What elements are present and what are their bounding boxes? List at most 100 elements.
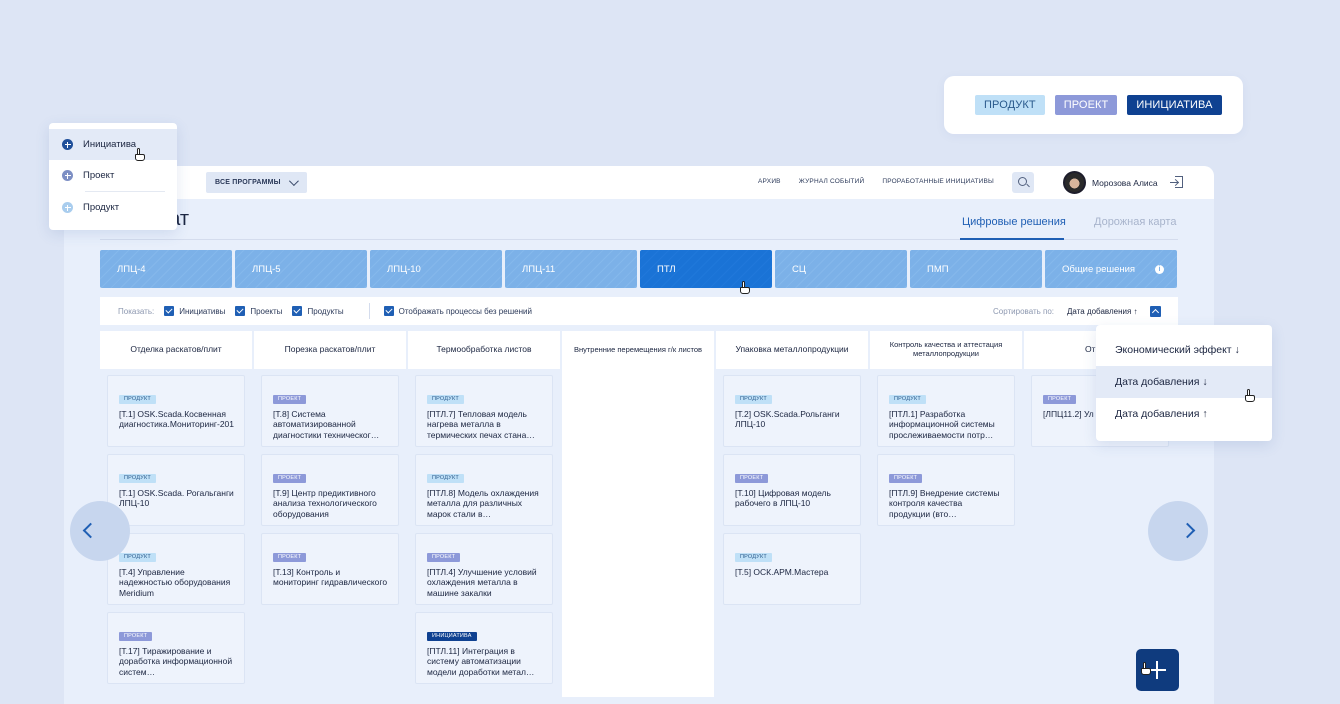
event-log-link[interactable]: ЖУРНАЛ СОБЫТИЙ	[799, 178, 865, 185]
type-tag: ПРОДУКТ	[427, 473, 464, 483]
card-title: [ПТЛ.9] Внедрение системы контроля качес…	[889, 487, 1000, 519]
solution-card[interactable]: ПРОДУКТ [ПТЛ.1] Разработка информационной…	[877, 375, 1015, 447]
sort-option-economic[interactable]: Экономический эффект ↓	[1096, 334, 1272, 366]
processed-initiatives-link[interactable]: ПРОРАБОТАННЫЕ ИНИЦИАТИВЫ	[882, 178, 994, 185]
card-title: [Т.1] OSK.Scada. Рогальганги ЛПЦ-10	[119, 487, 234, 509]
shop-tab-ptl[interactable]: ПТЛ	[640, 250, 772, 288]
solution-card[interactable]: ПРОЕКТ [Т.9] Центр предиктивного анализа …	[261, 454, 399, 526]
card-title: [ПТЛ.1] Разработка информационной систем…	[889, 408, 995, 440]
solution-card[interactable]: ИНИЦИАТИВА [ПТЛ.11] Интеграция в систему …	[415, 612, 553, 684]
user-name[interactable]: Морозова Алиса	[1092, 178, 1158, 188]
solution-card[interactable]: ПРОЕКТ [ПТЛ.4] Улучшение условий охлажден…	[415, 533, 553, 605]
card-title: [ПТЛ.4] Улучшение условий охлаждения мет…	[427, 566, 537, 598]
solution-card[interactable]: ПРОДУКТ [Т.5] ОСК.АРМ.Мастера	[723, 533, 861, 605]
board-column: Порезка раскатов/плит ПРОЕКТ [Т.8] Система…	[254, 331, 406, 697]
plus-circle-icon	[62, 139, 73, 150]
scroll-left-button[interactable]	[70, 501, 130, 561]
checkbox-icon	[292, 306, 303, 316]
avatar[interactable]	[1063, 171, 1086, 194]
type-tag: ПРОЕКТ	[273, 473, 307, 483]
solution-card[interactable]: ПРОДУКТ [Т.1] OSK.Scada.Косвенная диагнос…	[107, 375, 245, 447]
column-header: Термообработка листов	[436, 344, 532, 355]
shop-tab-label: СЦ	[792, 263, 806, 275]
archive-link[interactable]: АРХИВ	[758, 178, 781, 185]
shop-tab-pmp[interactable]: ПМП	[910, 250, 1042, 288]
checkbox-icon	[235, 306, 246, 316]
solution-card[interactable]: ПРОЕКТ [Т.8] Система автоматизированной д…	[261, 375, 399, 447]
column-header: Порезка раскатов/плит	[284, 344, 376, 355]
type-tag: ПРОЕКТ	[427, 552, 461, 562]
shop-tab-common[interactable]: Общие решения i	[1045, 250, 1177, 288]
type-tag: ПРОДУКТ	[735, 394, 772, 404]
shop-tab-lpc4[interactable]: ЛПЦ-4	[100, 250, 232, 288]
type-tag: ПРОДУКТ	[427, 394, 464, 404]
solution-card[interactable]: ПРОДУКТ [Т.1] OSK.Scada. Рогальганги ЛПЦ-…	[107, 454, 245, 526]
board-column: Упаковка металлопродукции ПРОДУКТ [Т.2] OS…	[716, 331, 868, 697]
filter-no-solutions[interactable]: Отображать процессы без решений	[383, 306, 532, 316]
card-title: [Т.10] Цифровая модель рабочего в ЛПЦ-10	[735, 487, 831, 509]
sort-menu: Экономический эффект ↓ Дата добавления ↓…	[1096, 325, 1272, 441]
legend-product-tag: ПРОДУКТ	[975, 95, 1045, 115]
shop-tab-label: ЛПЦ-11	[522, 263, 556, 275]
filter-products[interactable]: Продукты	[292, 306, 344, 316]
type-tag: ПРОЕКТ	[1043, 394, 1077, 404]
search-button[interactable]	[1012, 172, 1034, 193]
solution-card[interactable]: ПРОЕКТ [Т.13] Контроль и мониторинг гидра…	[261, 533, 399, 605]
show-label: Показать:	[118, 306, 155, 316]
scroll-right-button[interactable]	[1148, 501, 1208, 561]
hand-cursor-icon	[1244, 389, 1255, 402]
solution-card[interactable]: ПРОЕКТ [ПТЛ.9] Внедрение системы контроля…	[877, 454, 1015, 526]
card-title: [Т.13] Контроль и мониторинг гидравличес…	[273, 566, 388, 588]
chevron-right-icon	[1179, 522, 1196, 539]
column-body: ПРОДУКТ [Т.2] OSK.Scada.Рольганги ЛПЦ-10 П…	[716, 369, 868, 697]
program-select[interactable]: ВСЕ ПРОГРАММЫ	[206, 172, 307, 193]
type-tag: ПРОЕКТ	[273, 552, 307, 562]
type-tag: ПРОЕКТ	[889, 473, 923, 483]
card-title: [ПТЛ.7] Тепловая модель нагрева металла …	[427, 408, 535, 440]
shop-tab-lpc5[interactable]: ЛПЦ-5	[235, 250, 367, 288]
shop-tab-lpc11[interactable]: ЛПЦ-11	[505, 250, 637, 288]
filter-no-solutions-label: Отображать процессы без решений	[398, 306, 532, 316]
solution-card[interactable]: ПРОДУКТ [ПТЛ.7] Тепловая модель нагрева м…	[415, 375, 553, 447]
shop-tab-lpc10[interactable]: ЛПЦ-10	[370, 250, 502, 288]
tab-roadmap[interactable]: Дорожная карта	[1094, 216, 1176, 228]
checkbox-icon	[383, 306, 394, 316]
add-menu-product[interactable]: Продукт	[49, 192, 177, 223]
board-column: Термообработка листов ПРОДУКТ [ПТЛ.7] Тепл…	[408, 331, 560, 697]
solution-card[interactable]: ПРОДУКТ [Т.2] OSK.Scada.Рольганги ЛПЦ-10	[723, 375, 861, 447]
column-body: ПРОДУКТ [ПТЛ.7] Тепловая модель нагрева м…	[408, 369, 560, 697]
shop-tab-label: ЛПЦ-5	[252, 263, 281, 275]
solution-card[interactable]: ПРОДУКТ [ПТЛ.8] Модель охлаждения металла…	[415, 454, 553, 526]
column-header: Внутренние перемещения г/к листов	[573, 344, 703, 354]
add-menu-project[interactable]: Проект	[49, 160, 177, 191]
filter-initiatives[interactable]: Инициативы	[164, 306, 225, 316]
shop-tab-label: ЛПЦ-10	[387, 263, 421, 275]
card-title: [Т.2] OSK.Scada.Рольганги ЛПЦ-10	[735, 408, 840, 430]
card-title: [Т.17] Тиражирование и доработка информа…	[119, 645, 233, 677]
column-body: ПРОЕКТ [Т.8] Система автоматизированной д…	[254, 369, 406, 697]
add-menu: Инициатива Проект Продукт	[49, 123, 177, 230]
type-tag: ПРОДУКТ	[889, 394, 926, 404]
solution-card[interactable]: ПРОДУКТ [Т.4] Управление надежностью обор…	[107, 533, 245, 605]
active-tab-underline	[960, 238, 1064, 240]
sort-value[interactable]: Дата добавления ↑	[1067, 307, 1138, 316]
filter-projects[interactable]: Проекты	[235, 306, 282, 316]
column-body: ПРОДУКТ [ПТЛ.1] Разработка информационной…	[870, 369, 1022, 697]
info-icon[interactable]: i	[1155, 265, 1164, 274]
filter-bar: Показать: Инициативы Проекты Продукты От…	[100, 297, 1178, 325]
hand-cursor-icon	[739, 281, 750, 294]
add-menu-label: Инициатива	[83, 139, 137, 150]
tab-digital-solutions[interactable]: Цифровые решения	[962, 216, 1066, 228]
board-column: Контроль качества и аттестация металлопр…	[870, 331, 1022, 697]
add-menu-initiative[interactable]: Инициатива	[49, 129, 177, 160]
shop-tab-sc[interactable]: СЦ	[775, 250, 907, 288]
logout-icon[interactable]	[1170, 176, 1184, 189]
sort-option-date-asc[interactable]: Дата добавления ↑	[1096, 398, 1272, 430]
solution-card[interactable]: ПРОЕКТ [Т.17] Тиражирование и доработка и…	[107, 612, 245, 684]
sort-toggle-button[interactable]	[1150, 306, 1161, 317]
card-title: [Т.9] Центр предиктивного анализа технол…	[273, 487, 377, 519]
solution-card[interactable]: ПРОЕКТ [Т.10] Цифровая модель рабочего в …	[723, 454, 861, 526]
type-tag: ПРОЕКТ	[119, 631, 153, 641]
legend-project-tag: ПРОЕКТ	[1054, 95, 1118, 115]
type-tag: ПРОДУКТ	[119, 473, 156, 483]
